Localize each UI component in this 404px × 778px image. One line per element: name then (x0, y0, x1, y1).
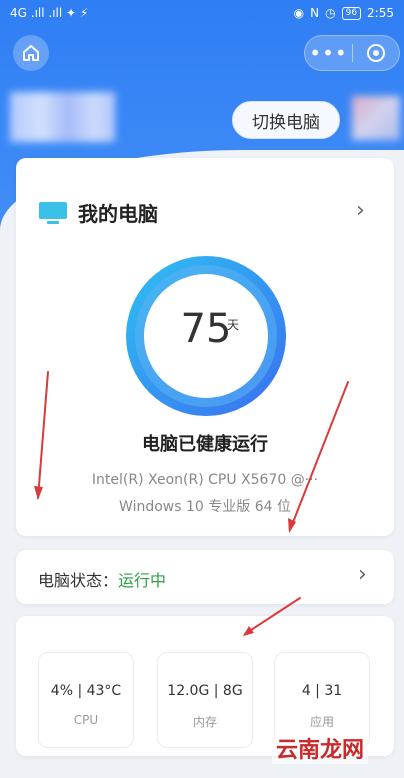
home-button[interactable] (13, 35, 49, 71)
blurred-avatar[interactable] (352, 96, 400, 140)
cpu-stat-tile[interactable]: 4% | 43°C CPU (38, 652, 134, 748)
alarm-icon: ◷ (325, 6, 336, 20)
computer-status-row[interactable]: 电脑状态：运行中 › (16, 550, 394, 604)
blurred-account-name (10, 92, 115, 142)
watermark-text: 云南龙网 (272, 732, 369, 764)
monitor-icon (39, 201, 67, 224)
my-computer-title: 我的电脑 (78, 202, 158, 226)
mini-program-capsule: ••• (304, 35, 400, 71)
my-computer-card[interactable]: 我的电脑 › 75 天 电脑已健康运行 Intel(R) Xeon(R) CPU… (16, 158, 394, 536)
os-info-text: Windows 10 专业版 64 位 (119, 499, 291, 515)
signal-icon: 4G .ıll .ıll ✦ ⚡ (10, 6, 89, 20)
my-computer-header: 我的电脑 (38, 198, 158, 227)
memory-stat-label: 内存 (192, 715, 217, 729)
status-bar: 4G .ıll .ıll ✦ ⚡ ◉ N ◷ 96 2:55 (0, 0, 404, 26)
chevron-right-icon[interactable]: › (356, 198, 365, 223)
cpu-stat-label: CPU (73, 713, 99, 727)
target-close-icon (366, 44, 385, 62)
clock-time: 2:55 (367, 6, 394, 20)
computer-status-label: 电脑状态：运行中 (38, 567, 166, 591)
more-dots-icon: ••• (309, 41, 348, 65)
cpu-stat-value: 4% | 43°C (50, 683, 122, 699)
more-button[interactable]: ••• (305, 36, 352, 70)
cpu-model-text: Intel(R) Xeon(R) CPU X5670 @··· (91, 472, 319, 488)
status-right: ◉ N ◷ 96 2:55 (294, 6, 394, 20)
chevron-right-icon[interactable]: › (358, 562, 367, 587)
close-button[interactable] (353, 36, 399, 70)
status-label-text: 电脑状态： (38, 571, 119, 590)
memory-stat-value: 12.0G | 8G (167, 683, 243, 699)
apps-stat-value: 4 | 31 (301, 683, 343, 699)
uptime-ring: 75 天 (124, 254, 288, 418)
status-value-text: 运行中 (118, 571, 167, 590)
apps-stat-label: 应用 (309, 715, 334, 729)
battery-level: 96 (341, 6, 362, 20)
health-status-text: 电脑已健康运行 (142, 434, 268, 455)
memory-stat-tile[interactable]: 12.0G | 8G 内存 (157, 652, 253, 748)
status-left: 4G .ıll .ıll ✦ ⚡ (10, 6, 88, 20)
switch-computer-button[interactable]: 切换电脑 (232, 101, 340, 139)
home-icon (23, 45, 39, 61)
uptime-days-unit: 天 (227, 318, 240, 332)
uptime-days-value: 75 (180, 306, 232, 352)
nfc-icon: N (310, 6, 320, 20)
eye-icon: ◉ (293, 6, 305, 20)
